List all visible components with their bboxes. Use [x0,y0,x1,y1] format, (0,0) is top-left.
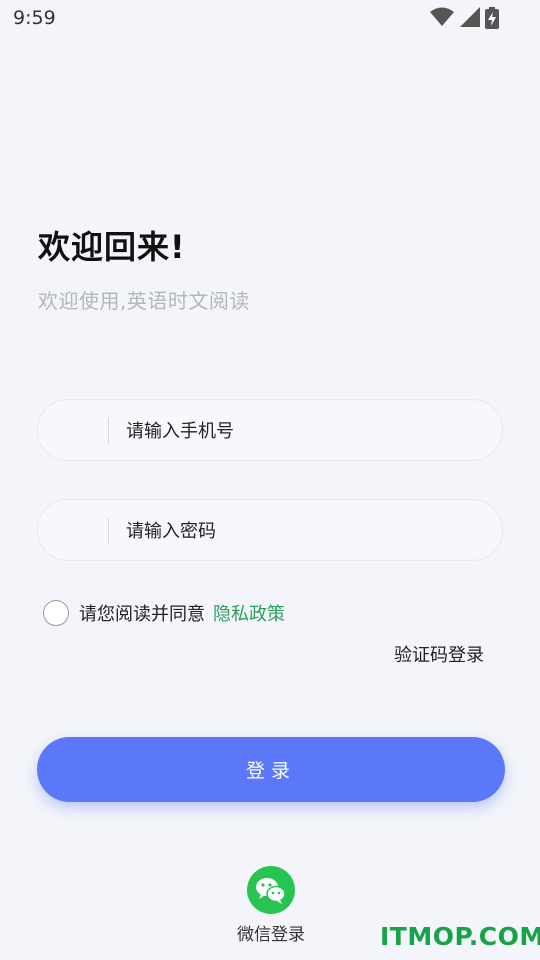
battery-charging-icon [485,7,499,33]
phone-field[interactable] [37,399,503,462]
password-field-divider [108,518,109,544]
phone-input[interactable] [124,400,488,462]
code-login-link[interactable]: 验证码登录 [394,641,484,667]
agreement-row: 请您阅读并同意 隐私政策 [43,598,285,628]
phone-field-divider [108,418,109,444]
login-button[interactable]: 登录 [37,737,505,802]
status-time: 9:59 [13,7,56,29]
status-bar: 9:59 [0,0,540,36]
password-field[interactable] [37,499,503,562]
status-icons [430,7,480,27]
welcome-subtitle: 欢迎使用,英语时文阅读 [38,289,250,313]
welcome-title: 欢迎回来! [38,228,186,266]
watermark: ITMOP.COM [380,922,540,951]
agreement-checkbox[interactable] [43,600,69,626]
agreement-text: 请您阅读并同意 [79,604,205,625]
wechat-icon[interactable] [247,866,295,914]
wechat-login[interactable]: 微信登录 [231,866,311,945]
password-input[interactable] [124,500,488,562]
privacy-policy-link[interactable]: 隐私政策 [213,600,285,626]
signal-icon [460,7,480,27]
wifi-icon [430,7,454,27]
wechat-login-label: 微信登录 [237,925,305,945]
